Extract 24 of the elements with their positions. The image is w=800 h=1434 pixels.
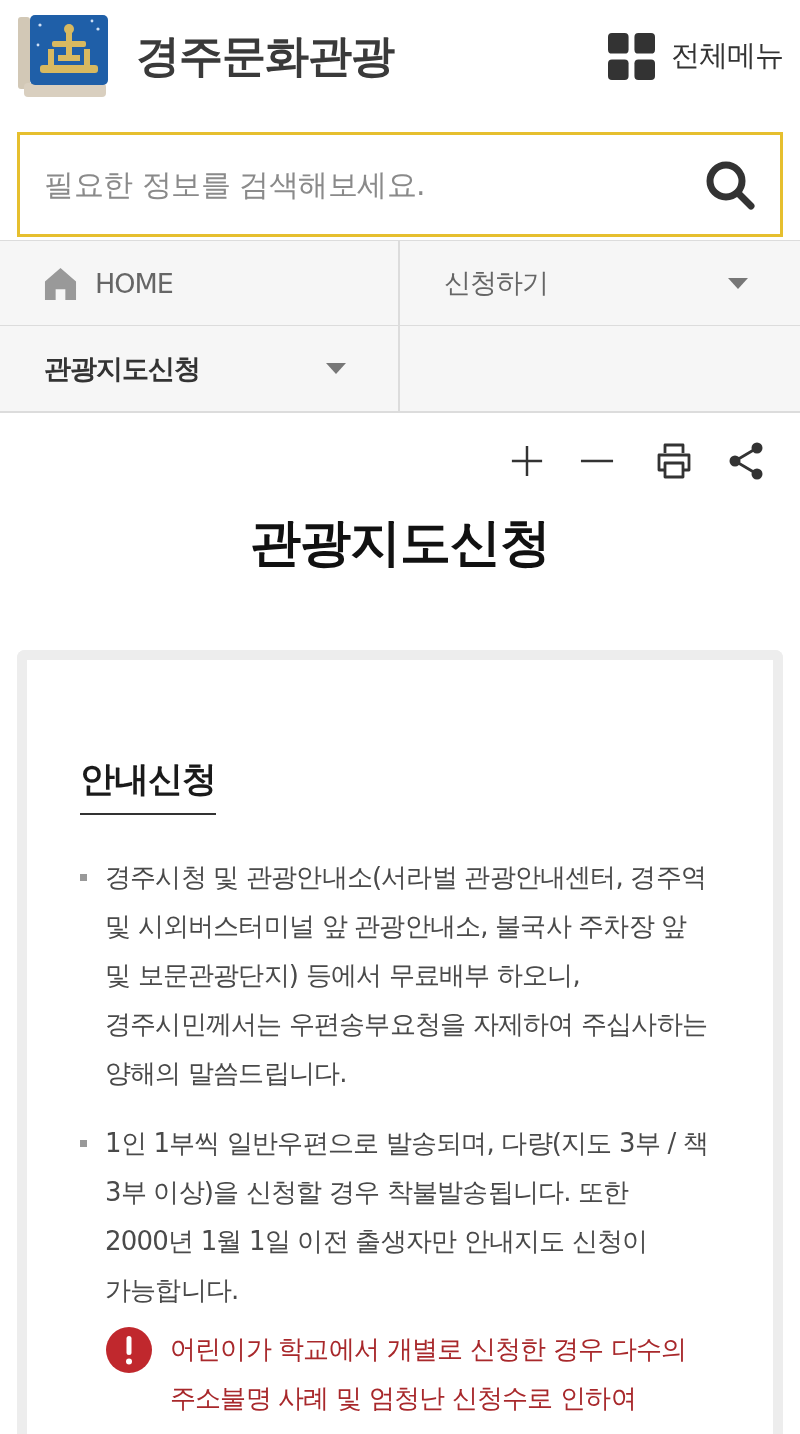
bullet-icon bbox=[80, 1140, 87, 1147]
bullet-text: 1인 1부씩 일반우편으로 발송되며, 다량(지도 3부 / 책 3부 이상)을 신청할 경우 착불발송됩니다. 또한 2000년 1월 1일 이전 출생자만 안내지도 신청이 가능합니다. bbox=[105, 1127, 709, 1307]
search-field[interactable]: 필요한 정보를 검색해보세요. bbox=[17, 132, 783, 237]
caret-icon bbox=[728, 277, 748, 289]
home-icon bbox=[44, 266, 77, 300]
breadcrumb-item[interactable]: HOME bbox=[0, 241, 400, 326]
print-icon[interactable] bbox=[656, 443, 692, 479]
site-title[interactable]: 경주문화관광 bbox=[136, 26, 394, 86]
plus-icon[interactable] bbox=[510, 444, 544, 478]
breadcrumb-item[interactable]: 관광지도신청 bbox=[0, 326, 400, 411]
grid-menu-icon bbox=[608, 32, 655, 80]
warning-icon bbox=[106, 1327, 152, 1373]
menu-button[interactable]: 전체메뉴 bbox=[608, 32, 783, 80]
breadcrumb-item[interactable]: 신청하기 bbox=[400, 241, 800, 326]
page-title: 관광지도신청 bbox=[249, 512, 551, 574]
section-heading: 안내신청 bbox=[80, 756, 216, 815]
warning-text: 어린이가 학교에서 개별로 신청한 경우 다수의 주소불명 사례 및 엄청난 신청수로 인하여 bbox=[170, 1333, 688, 1415]
caret-icon bbox=[326, 363, 346, 374]
minus-icon[interactable] bbox=[580, 459, 614, 463]
logo-icon[interactable] bbox=[18, 15, 110, 97]
share-icon[interactable] bbox=[728, 442, 764, 480]
bullet-icon bbox=[80, 874, 87, 881]
search-icon[interactable] bbox=[705, 160, 755, 210]
bullet-text: 경주시청 및 관광안내소(서라벌 관광안내센터, 경주역 및 시외버스터미널 앞 관광안내소, 불국사 주차장 앞 및 보문관광단지) 등에서 무료배부 하오니, 경주시민께서는 우편송부요청을 자제하여 주십사하는 양해의 말씀드립니다. bbox=[105, 861, 708, 1090]
